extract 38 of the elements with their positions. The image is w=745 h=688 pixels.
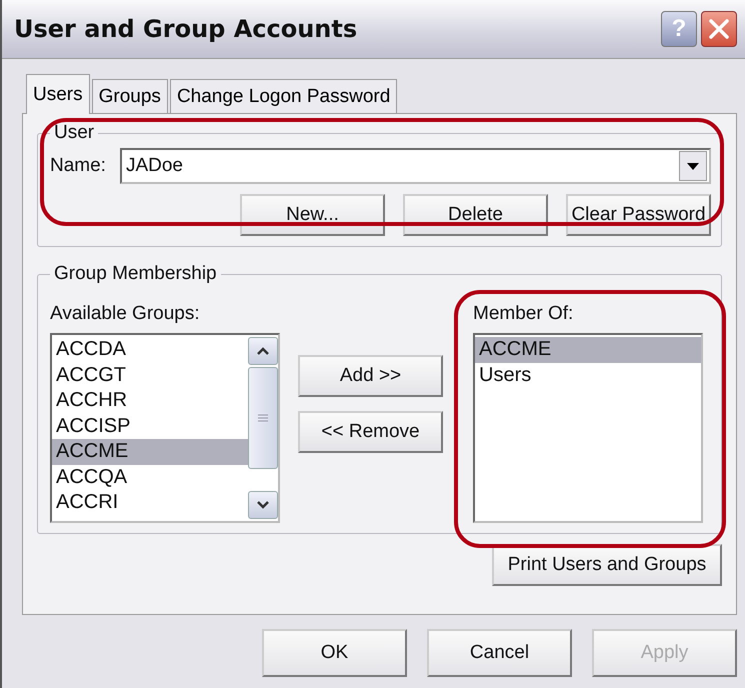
list-item[interactable]: ACCHR — [52, 388, 248, 414]
group-legend: Group Membership — [50, 263, 221, 285]
list-item[interactable]: Users — [475, 362, 701, 388]
remove-button[interactable]: << Remove — [298, 411, 443, 453]
list-item[interactable]: ACCQA — [52, 464, 248, 490]
window-title: User and Group Accounts — [14, 15, 358, 43]
list-item[interactable]: ACCDA — [52, 337, 248, 362]
chevron-down-icon — [257, 501, 269, 509]
dialog-button[interactable]: OK — [262, 629, 407, 677]
dialog-button[interactable]: Cancel — [427, 629, 572, 677]
grip-icon — [258, 414, 268, 422]
tab[interactable]: Users — [26, 74, 90, 114]
scroll-down-button[interactable] — [248, 491, 278, 519]
action-button[interactable]: Delete — [403, 194, 548, 236]
chevron-up-icon — [257, 347, 269, 355]
list-label: Available Groups: — [50, 303, 201, 325]
action-button[interactable]: Clear Password — [566, 194, 711, 236]
name-dropdown[interactable]: JADoe — [120, 148, 711, 184]
tab[interactable]: Groups — [92, 79, 168, 113]
list-item[interactable]: ACCRI — [52, 490, 248, 516]
list-label: Member Of: — [473, 303, 574, 325]
member-of-list[interactable]: ACCME Users — [473, 333, 703, 523]
close-icon — [708, 18, 730, 40]
add-button[interactable]: Add >> — [298, 355, 443, 397]
list-item[interactable]: ACCGT — [52, 362, 248, 388]
scroll-thumb[interactable] — [248, 367, 278, 469]
available-groups-list[interactable]: ACCDA ACCGT ACCHR ACCISP ACCME ACCQA ACCRI — [50, 333, 280, 523]
list-item[interactable]: ACCME — [52, 439, 248, 464]
close-button[interactable] — [701, 11, 737, 47]
action-button[interactable]: New... — [240, 194, 385, 236]
print-button[interactable]: Print Users and Groups — [492, 544, 722, 586]
dropdown-arrow-icon — [687, 162, 699, 170]
group-legend: User — [50, 122, 98, 144]
scroll-up-button[interactable] — [248, 337, 278, 365]
list-item[interactable]: ACCISP — [52, 414, 248, 439]
list-item[interactable]: ACCME — [475, 337, 701, 362]
tab[interactable]: Change Logon Password — [170, 79, 398, 113]
field-label: Name: — [50, 155, 106, 177]
